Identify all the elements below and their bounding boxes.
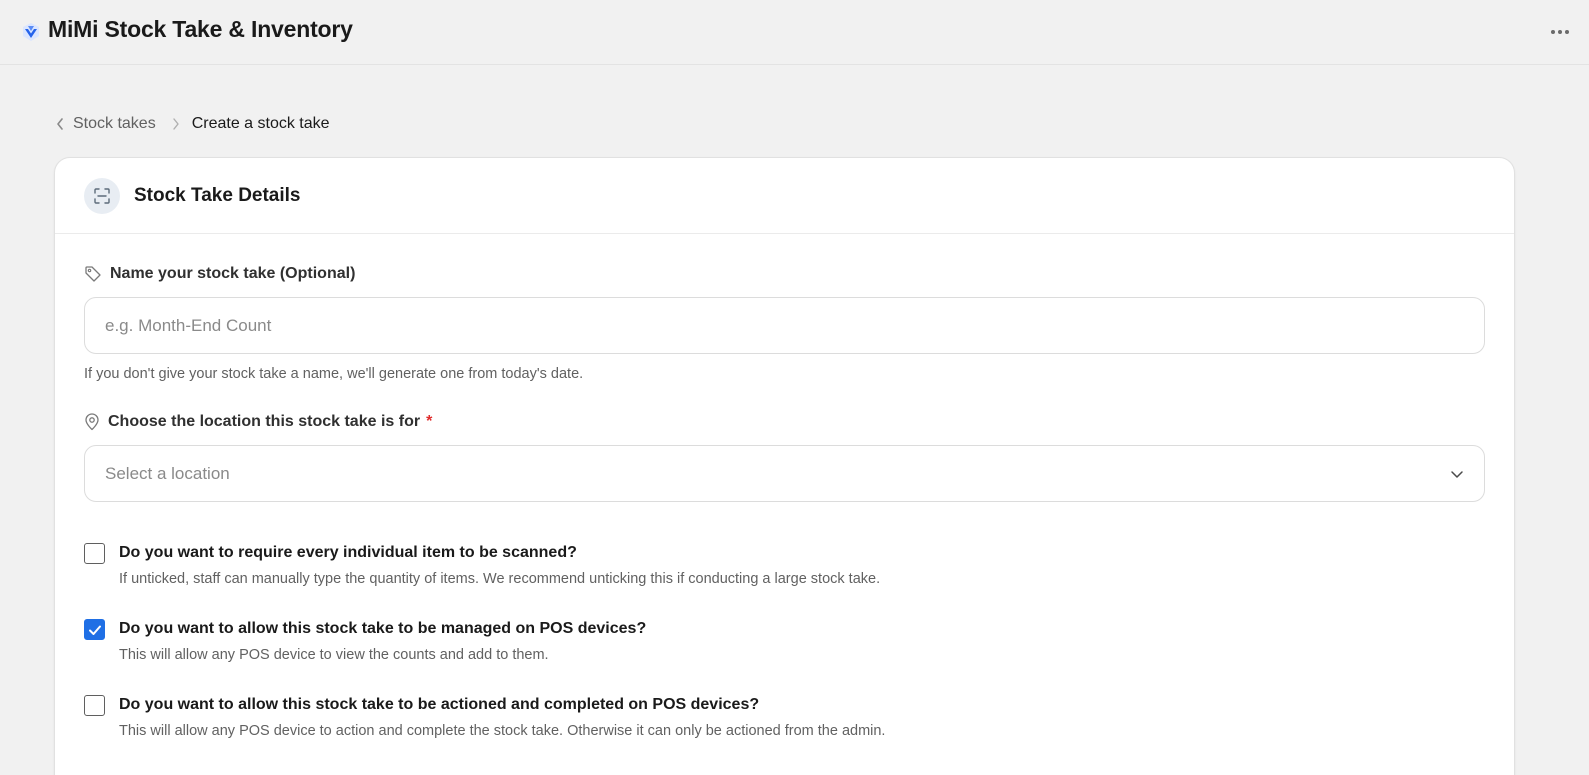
location-field-label: Choose the location this stock take is f…: [84, 413, 432, 431]
require-scan-checkbox[interactable]: [84, 543, 105, 564]
chevron-right-icon: [172, 117, 180, 131]
location-field-label-text: Choose the location this stock take is f…: [108, 413, 421, 430]
option-title[interactable]: Do you want to require every individual …: [119, 544, 577, 562]
pos-complete-checkbox[interactable]: [84, 695, 105, 716]
map-pin-icon: [85, 413, 99, 431]
app-header: MiMi Stock Take & Inventory: [0, 0, 1589, 65]
option-description: If unticked, staff can manually type the…: [119, 571, 881, 587]
stock-take-details-card: Stock Take Details Name your stock take …: [54, 157, 1515, 775]
card-header: Stock Take Details: [55, 158, 1514, 234]
chevron-down-icon: [1451, 470, 1463, 478]
stock-take-name-input[interactable]: [84, 297, 1485, 354]
scan-icon: [84, 178, 120, 214]
breadcrumb-current: Create a stock take: [191, 115, 330, 132]
location-select[interactable]: Select a location: [84, 445, 1485, 502]
option-description: This will allow any POS device to action…: [119, 723, 886, 739]
option-title[interactable]: Do you want to allow this stock take to …: [119, 620, 646, 638]
option-description: This will allow any POS device to view t…: [119, 647, 549, 663]
breadcrumb-back-link[interactable]: Stock takes: [55, 115, 156, 133]
breadcrumb: Stock takes Create a stock take: [55, 112, 330, 136]
name-field-label: Name your stock take (Optional): [84, 265, 355, 283]
name-field-help: If you don't give your stock take a name…: [84, 366, 584, 382]
required-mark: *: [426, 413, 433, 430]
name-field-label-text: Name your stock take (Optional): [110, 265, 356, 282]
location-select-placeholder: Select a location: [105, 463, 230, 483]
breadcrumb-parent[interactable]: Stock takes: [73, 115, 156, 133]
option-title[interactable]: Do you want to allow this stock take to …: [119, 696, 759, 714]
card-title: Stock Take Details: [134, 185, 301, 206]
more-horizontal-icon: [1551, 30, 1555, 34]
mimi-logo-icon: [21, 22, 41, 42]
more-actions-button[interactable]: [1547, 20, 1573, 44]
tag-icon: [85, 266, 101, 282]
checkmark-icon: [88, 625, 101, 635]
app-title: MiMi Stock Take & Inventory: [48, 16, 353, 42]
chevron-left-icon: [57, 118, 63, 130]
pos-managed-checkbox[interactable]: [84, 619, 105, 640]
